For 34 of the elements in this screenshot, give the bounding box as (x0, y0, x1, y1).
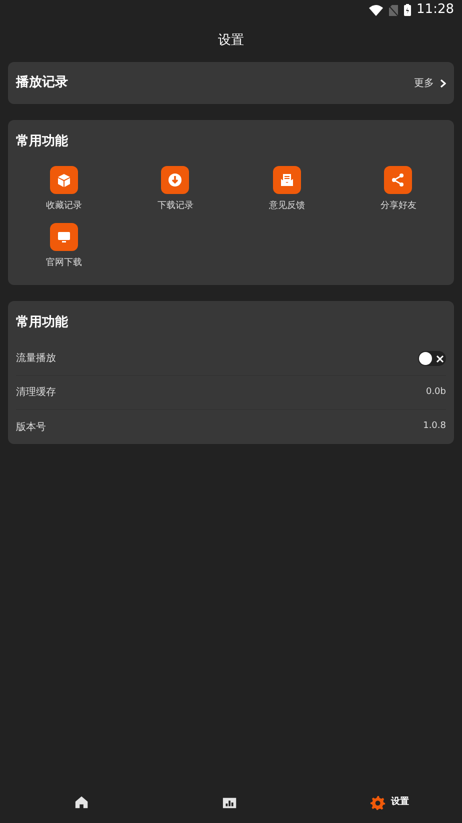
chevron-right-icon (440, 78, 446, 88)
toggle-switch[interactable] (418, 351, 446, 366)
feature-label[interactable]: 意见反馈 (268, 200, 305, 213)
monitor-icon[interactable] (50, 223, 78, 251)
feature-label[interactable]: 分享好友 (380, 200, 416, 213)
nav-tab[interactable]: 设置 (370, 795, 409, 811)
feature-label[interactable]: 官网下载 (46, 257, 82, 270)
nav-tab[interactable] (222, 795, 238, 811)
home-icon (74, 795, 90, 811)
section-title: 常用功能 (16, 314, 69, 332)
feature-label[interactable]: 收藏记录 (46, 200, 82, 213)
share-icon[interactable] (384, 166, 412, 194)
wifi-icon (368, 4, 383, 16)
setting-label: 版本号 (16, 420, 46, 434)
setting-value: 0.0b (426, 386, 446, 399)
section-title: 播放记录 (16, 74, 68, 92)
feature-label[interactable]: 下载记录 (157, 200, 194, 213)
nav-tab[interactable] (74, 795, 90, 811)
more-link[interactable]: 更多 (414, 76, 434, 90)
settings-icon (370, 795, 386, 811)
bar-chart-icon (222, 795, 238, 811)
history-card[interactable]: 播放记录 更多 (8, 62, 454, 104)
no-sim-icon (388, 4, 398, 16)
envelope-icon[interactable] (272, 166, 301, 194)
page-title: 设置 (218, 32, 244, 50)
cube-icon[interactable] (50, 166, 78, 194)
setting-label: 流量播放 (16, 352, 56, 366)
section-title: 常用功能 (16, 133, 69, 151)
battery-icon (404, 4, 411, 16)
clock-time: 11:28 (416, 1, 454, 20)
x-icon (435, 354, 445, 364)
download-icon[interactable] (161, 166, 190, 194)
setting-value: 1.0.8 (423, 420, 446, 434)
setting-label: 清理缓存 (16, 386, 56, 400)
